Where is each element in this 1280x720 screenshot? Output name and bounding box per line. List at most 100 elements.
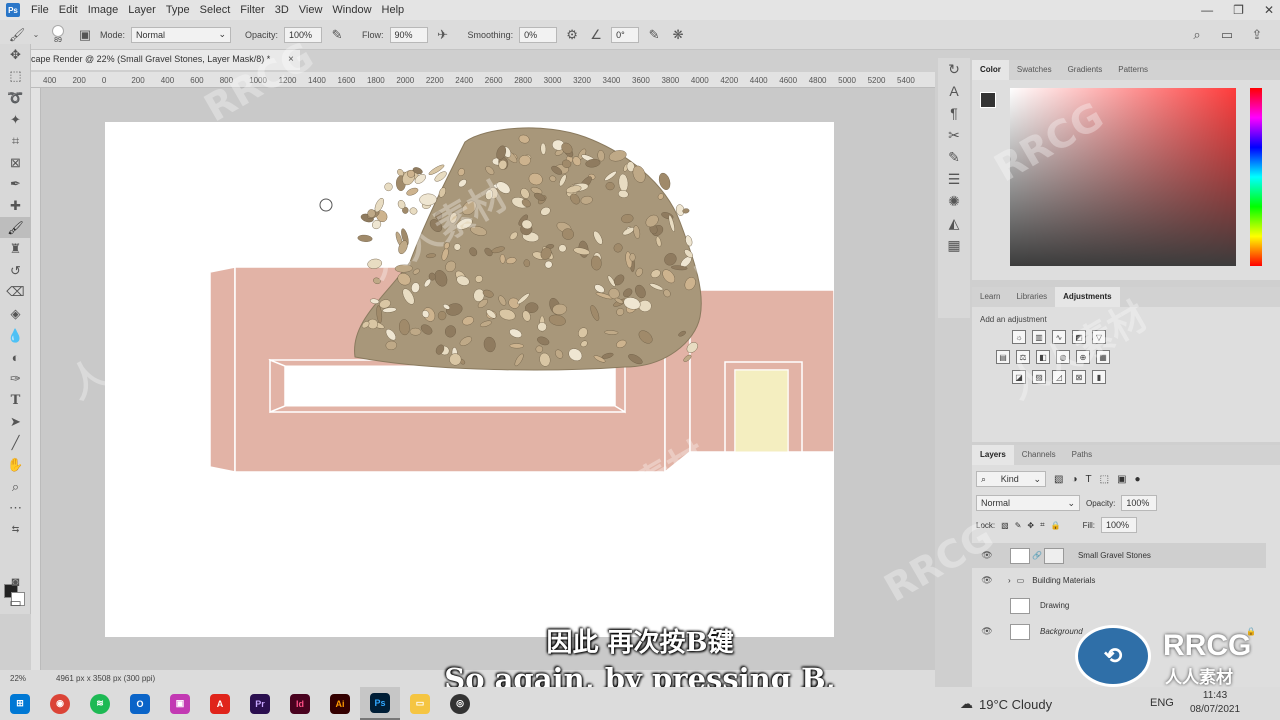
clock[interactable]: 11:43 08/07/2021	[1190, 689, 1240, 717]
layer-building-materials[interactable]: 👁 › ▭ Building Materials	[972, 568, 1266, 593]
layer-kind-select[interactable]: ⌕ Kind ⌄	[976, 471, 1046, 487]
minimize-icon[interactable]: —	[1201, 3, 1213, 17]
layer-small-gravel-stones[interactable]: 👁 🔗 Small Gravel Stones	[972, 543, 1266, 568]
menu-view[interactable]: View	[294, 4, 328, 16]
black-white-icon[interactable]: ◧	[1036, 350, 1050, 364]
taskbar-obs[interactable]: ◎	[440, 687, 480, 720]
lock-position-icon[interactable]: ✥	[1027, 521, 1034, 530]
filter-pixel-icon[interactable]: ▧	[1054, 474, 1063, 485]
paragraph-icon[interactable]: ¶	[938, 102, 970, 124]
weather-widget[interactable]: ☁ 19°C Cloudy	[960, 696, 1052, 712]
symmetry-icon[interactable]: ❋	[669, 26, 687, 44]
properties-icon[interactable]: ☰	[938, 168, 970, 190]
marquee-tool-icon[interactable]: ⬚	[0, 66, 31, 88]
visibility-eye-icon[interactable]: 👁	[980, 550, 994, 561]
menu-edit[interactable]: Edit	[54, 4, 83, 16]
move-tool-icon[interactable]: ✥	[0, 44, 31, 66]
menu-image[interactable]: Image	[83, 4, 124, 16]
brush-preset-icon[interactable]: 🖌	[8, 26, 26, 44]
lock-artboard-icon[interactable]: ⌗	[1040, 520, 1045, 530]
quick-mask-icon[interactable]: ◙	[0, 571, 31, 593]
brush-settings-panel-icon[interactable]: ✎	[938, 146, 970, 168]
tab-swatches[interactable]: Swatches	[1009, 60, 1060, 80]
taskbar-illustrator[interactable]: Ai	[320, 687, 360, 720]
filter-smart-icon[interactable]: ▣	[1117, 474, 1126, 485]
flow-input[interactable]: 90%	[389, 26, 428, 43]
share-icon[interactable]: ⇪	[1248, 26, 1266, 44]
frame-tool-icon[interactable]: ⊠	[0, 152, 31, 174]
airbrush-icon[interactable]: ✈	[434, 26, 452, 44]
lock-transparent-icon[interactable]: ▧	[1001, 521, 1009, 530]
pen-tool-icon[interactable]: ✑	[0, 368, 31, 390]
color-lookup-icon[interactable]: ▦	[1096, 350, 1110, 364]
menu-3d[interactable]: 3D	[270, 4, 294, 16]
dodge-tool-icon[interactable]: ◐	[0, 346, 31, 368]
angle-input[interactable]: 0°	[611, 26, 640, 43]
tools-settings-icon[interactable]: ✂	[938, 124, 970, 146]
hue-slider[interactable]	[1250, 88, 1262, 266]
visibility-eye-icon[interactable]: 👁	[980, 575, 994, 586]
swap-colors-icon[interactable]: ⇆	[0, 519, 31, 541]
tab-learn[interactable]: Learn	[972, 287, 1008, 307]
taskbar-indesign[interactable]: Id	[280, 687, 320, 720]
taskbar-premiere[interactable]: Pr	[240, 687, 280, 720]
close-tab-icon[interactable]: ×	[288, 54, 294, 65]
threshold-icon[interactable]: ◿	[1052, 370, 1066, 384]
document-canvas[interactable]	[105, 122, 834, 637]
menu-window[interactable]: Window	[327, 4, 376, 16]
brush-settings-icon[interactable]: ▣	[76, 26, 94, 44]
filter-type-icon[interactable]: T	[1086, 474, 1092, 485]
color-picker-field[interactable]	[1010, 88, 1236, 266]
taskbar-photos[interactable]: ▣	[160, 687, 200, 720]
menu-type[interactable]: Type	[161, 4, 195, 16]
taskbar-explorer[interactable]: ▭	[400, 687, 440, 720]
selective-color-icon[interactable]: ⊠	[1072, 370, 1086, 384]
channel-mixer-icon[interactable]: ⊕	[1076, 350, 1090, 364]
tab-channels[interactable]: Channels	[1014, 445, 1064, 465]
posterize-icon[interactable]: ▨	[1032, 370, 1046, 384]
lock-all-icon[interactable]: 🔒	[1051, 521, 1061, 530]
navigator-icon[interactable]: ◭	[938, 212, 970, 234]
layer-mask-thumbnail[interactable]	[1043, 547, 1064, 564]
healing-tool-icon[interactable]: ✚	[0, 195, 31, 217]
gear-icon[interactable]: ⚙	[563, 26, 581, 44]
filter-toggle-icon[interactable]: ●	[1135, 474, 1141, 485]
exposure-icon[interactable]: ◩	[1072, 330, 1086, 344]
chevron-right-icon[interactable]: ›	[1008, 576, 1011, 585]
taskbar-chrome[interactable]: ◉	[40, 687, 80, 720]
color-balance-icon[interactable]: ⚖	[1016, 350, 1030, 364]
levels-icon[interactable]: ▥	[1032, 330, 1046, 344]
filter-adjustment-icon[interactable]: ◑	[1071, 474, 1077, 485]
screen-mode-icon[interactable]: ▭	[0, 592, 31, 614]
hue-saturation-icon[interactable]: ▤	[996, 350, 1010, 364]
menu-file[interactable]: File	[26, 4, 54, 16]
type-tool-icon[interactable]: T	[0, 390, 31, 412]
photo-filter-icon[interactable]: ◍	[1056, 350, 1070, 364]
menu-select[interactable]: Select	[195, 4, 236, 16]
chevron-down-icon[interactable]: ⌄	[32, 26, 40, 44]
restore-icon[interactable]: ❐	[1233, 3, 1244, 17]
brush-tool-icon[interactable]: 🖌	[0, 216, 31, 239]
zoom-tool-icon[interactable]: ⌕	[0, 476, 31, 498]
invert-icon[interactable]: ◪	[1012, 370, 1026, 384]
crop-tool-icon[interactable]: ⌗	[0, 130, 31, 152]
hand-tool-icon[interactable]: ✋	[0, 454, 31, 476]
vibrance-icon[interactable]: ▽	[1092, 330, 1106, 344]
lasso-tool-icon[interactable]: ➰	[0, 87, 31, 109]
tab-layers[interactable]: Layers	[972, 445, 1014, 465]
pressure-opacity-icon[interactable]: ✎	[328, 26, 346, 44]
curves-icon[interactable]: ∿	[1052, 330, 1066, 344]
menu-help[interactable]: Help	[377, 4, 410, 16]
eyedropper-tool-icon[interactable]: ✒	[0, 174, 31, 196]
taskbar-spotify[interactable]: ≋	[80, 687, 120, 720]
menu-filter[interactable]: Filter	[235, 4, 269, 16]
glyphs-icon[interactable]: ✺	[938, 190, 970, 212]
brightness-icon[interactable]: ☼	[1012, 330, 1026, 344]
tab-paths[interactable]: Paths	[1064, 445, 1100, 465]
history-icon[interactable]: ↻	[938, 58, 970, 80]
document-tab[interactable]: cape Render @ 22% (Small Gravel Stones, …	[31, 50, 300, 70]
filter-shape-icon[interactable]: ⬚	[1100, 474, 1109, 485]
blend-mode-select[interactable]: Normal ⌄	[976, 495, 1080, 511]
menu-layer[interactable]: Layer	[123, 4, 161, 16]
paint-bucket-tool-icon[interactable]: ◈	[0, 303, 31, 325]
